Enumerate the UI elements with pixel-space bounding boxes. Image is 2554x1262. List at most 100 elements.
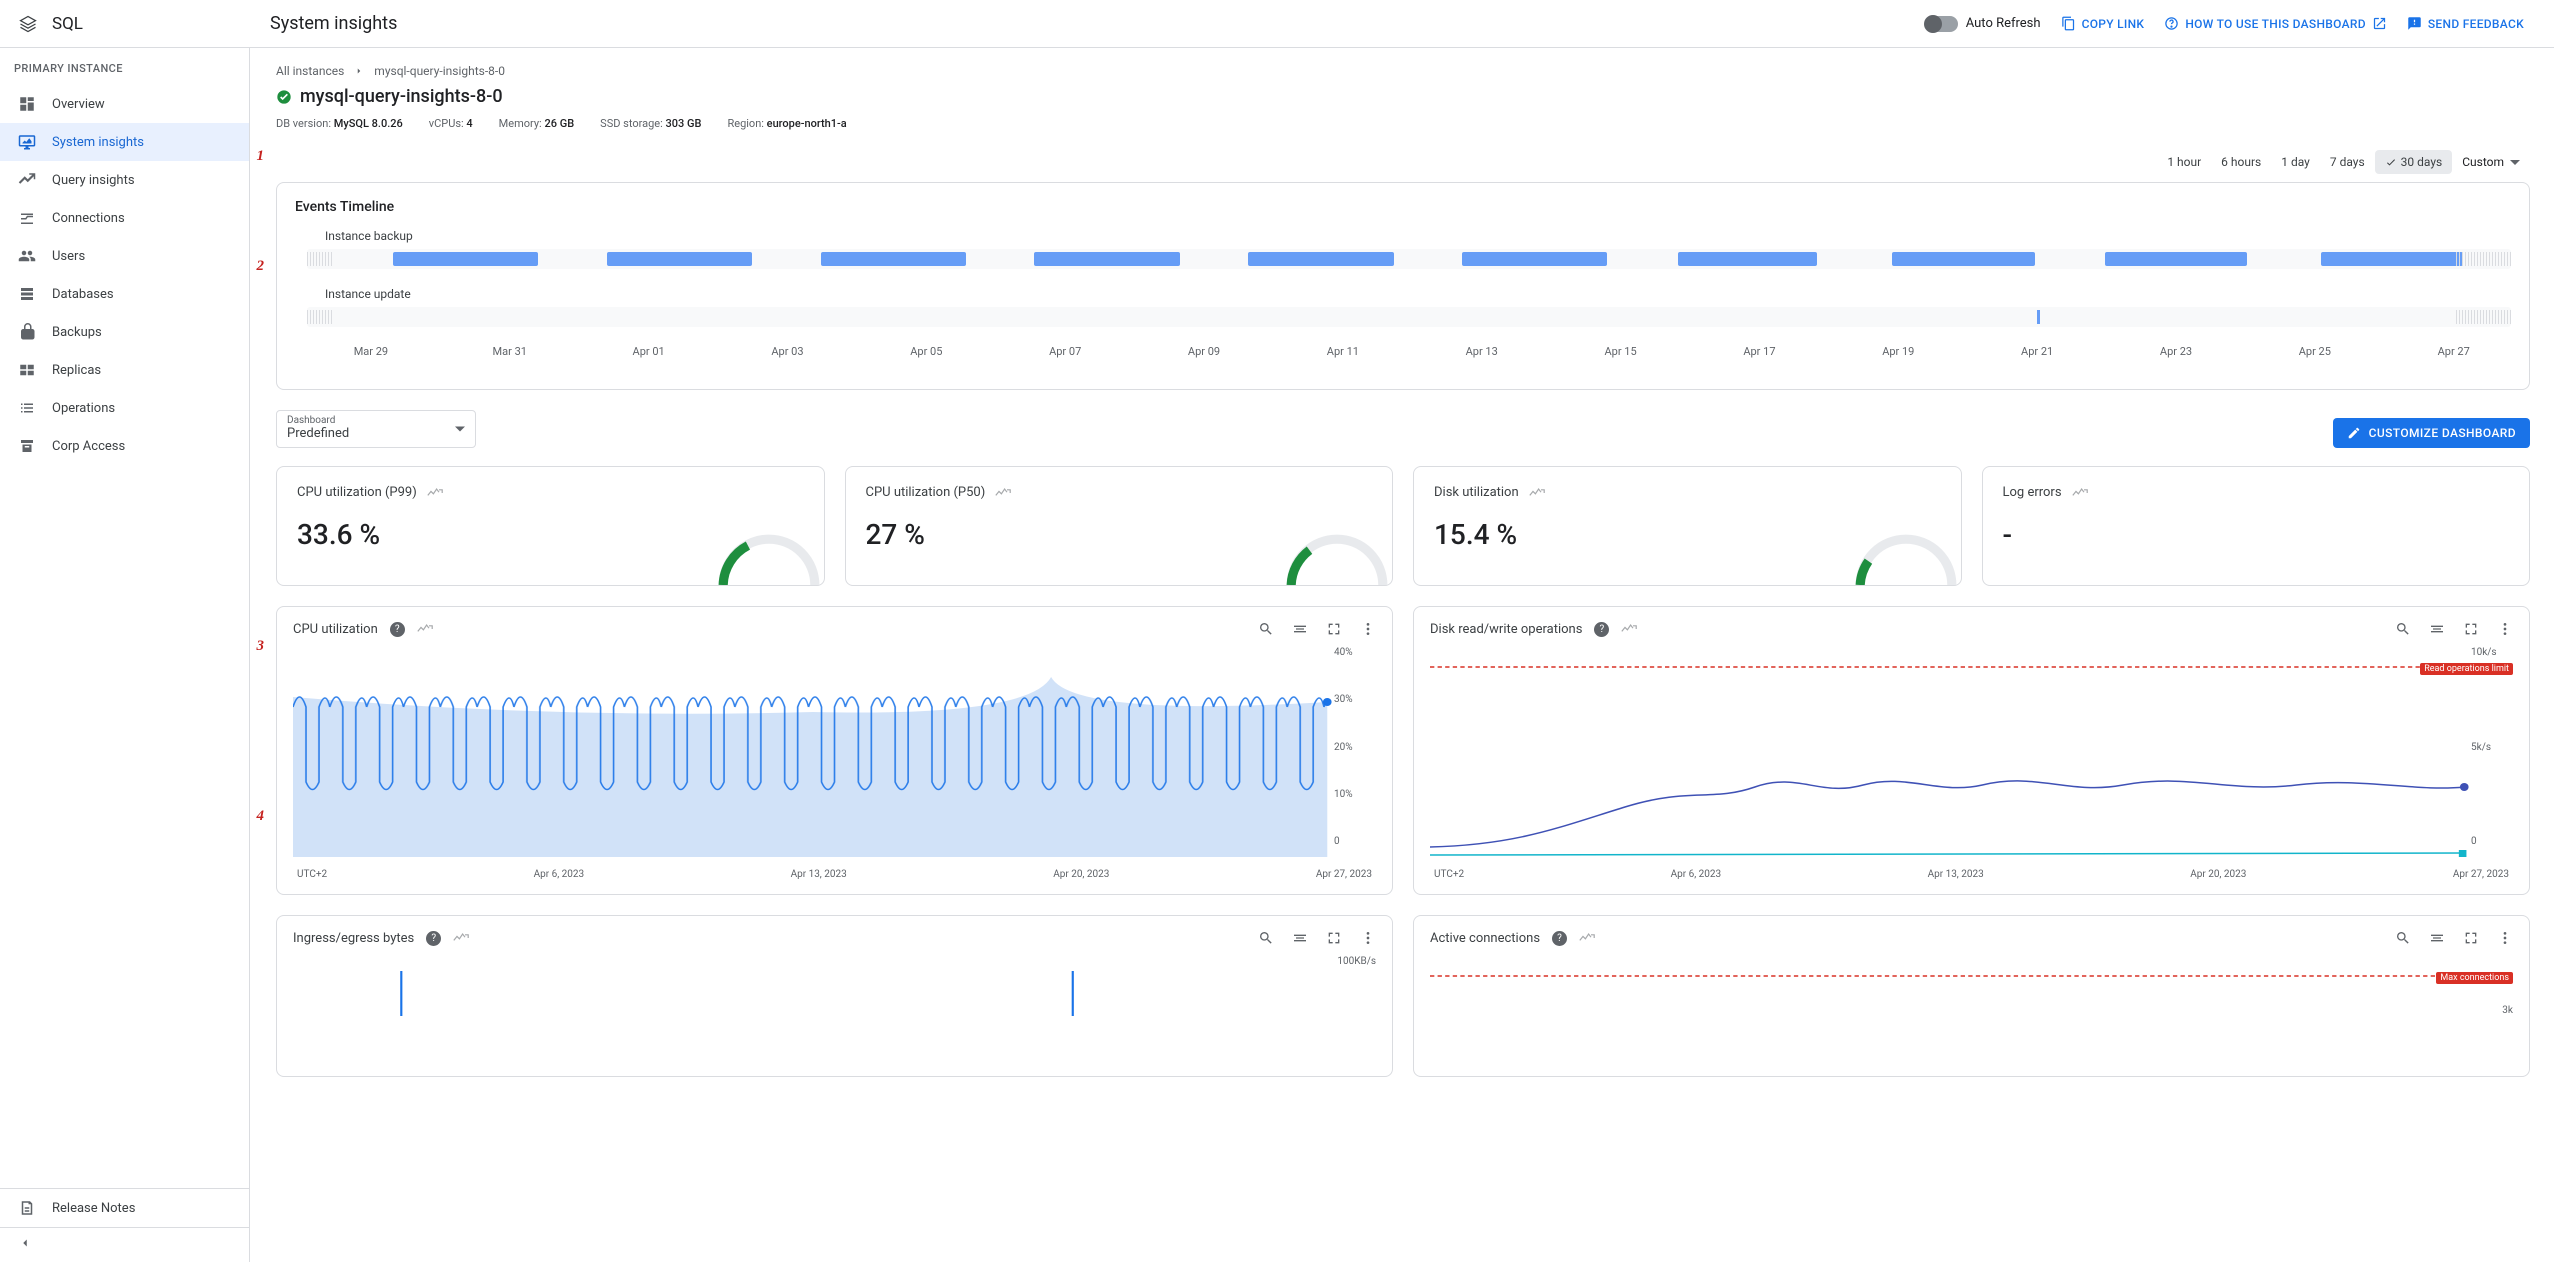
timeline-update-track[interactable] [307, 307, 2511, 327]
fullscreen-icon[interactable] [1326, 930, 1342, 946]
database-icon [18, 285, 36, 303]
customize-dashboard-button[interactable]: CUSTOMIZE DASHBOARD [2333, 418, 2530, 448]
breadcrumb-leaf: mysql-query-insights-8-0 [374, 64, 505, 78]
chart-disk-ops: Disk read/write operations ? [1413, 606, 2530, 895]
list-icon [18, 399, 36, 417]
sidebar-item-operations[interactable]: Operations [0, 389, 249, 427]
chart-disk-footer: UTC+2 Apr 6, 2023 Apr 13, 2023 Apr 20, 2… [1430, 869, 2513, 880]
sidebar-item-query-insights[interactable]: Query insights [0, 161, 249, 199]
notes-icon [18, 1199, 36, 1217]
chart-active-connections: Active connections ? [1413, 915, 2530, 1077]
how-to-use-button[interactable]: HOW TO USE THIS DASHBOARD [2164, 16, 2387, 31]
product-name: SQL [52, 14, 83, 34]
chevron-right-icon [354, 66, 364, 76]
max-conn-tag: Max connections [2436, 972, 2513, 984]
spark-icon[interactable] [1621, 623, 1637, 635]
top-header: SQL System insights Auto Refresh COPY LI… [0, 0, 2554, 48]
spark-icon[interactable] [453, 932, 469, 944]
corp-icon [18, 437, 36, 455]
more-vert-icon[interactable] [2497, 930, 2513, 946]
y-label: 3k [2502, 1005, 2513, 1016]
sidebar-item-backups[interactable]: Backups [0, 313, 249, 351]
chart-line-icon [18, 171, 36, 189]
callout-2: 2 [250, 258, 264, 278]
time-1hour[interactable]: 1 hour [2157, 150, 2211, 174]
status-running-icon [276, 89, 292, 105]
monitor-icon [18, 133, 36, 151]
toggle-off-icon [1926, 16, 1958, 32]
sidebar-item-release-notes[interactable]: Release Notes [0, 1189, 249, 1227]
chart-title: CPU utilization [293, 622, 378, 637]
time-1day[interactable]: 1 day [2271, 150, 2320, 174]
zoom-icon[interactable] [1258, 621, 1274, 637]
timeline-backup-track[interactable] [307, 249, 2511, 269]
sidebar-item-label: Operations [52, 401, 115, 416]
more-vert-icon[interactable] [2497, 621, 2513, 637]
axis-tick-label: Apr 27 [2438, 345, 2470, 358]
zoom-icon[interactable] [2395, 930, 2411, 946]
auto-refresh-toggle[interactable]: Auto Refresh [1926, 16, 2041, 32]
sidebar-item-label: Users [52, 249, 85, 264]
check-icon [2385, 156, 2397, 168]
time-custom[interactable]: Custom [2452, 150, 2530, 174]
timeline-axis: Mar 29Mar 31Apr 01Apr 03Apr 05Apr 07Apr … [307, 345, 2511, 373]
chart-title: Ingress/egress bytes [293, 931, 414, 946]
axis-tick-label: Apr 21 [2021, 345, 2053, 358]
help-icon[interactable]: ? [426, 931, 441, 946]
breadcrumb-root[interactable]: All instances [276, 64, 344, 78]
chart-ingress-egress: Ingress/egress bytes ? [276, 915, 1393, 1077]
chart-disk-body[interactable]: Read operations limit 10k/s 5k/s 0 [1430, 647, 2513, 867]
sidebar-item-system-insights[interactable]: System insights [0, 123, 249, 161]
chevron-down-icon [2510, 160, 2520, 165]
overview-icon [18, 95, 36, 113]
zoom-icon[interactable] [2395, 621, 2411, 637]
send-feedback-button[interactable]: SEND FEEDBACK [2407, 16, 2524, 31]
axis-tick-label: Apr 15 [1604, 345, 1636, 358]
help-icon[interactable]: ? [390, 622, 405, 637]
legend-icon[interactable] [2429, 621, 2445, 637]
help-icon[interactable]: ? [1552, 931, 1567, 946]
callout-1: 1 [250, 148, 264, 168]
copy-icon [2061, 16, 2076, 31]
sidebar-item-corp-access[interactable]: Corp Access [0, 427, 249, 465]
sidebar-item-connections[interactable]: Connections [0, 199, 249, 237]
help-circle-icon [2164, 16, 2179, 31]
zoom-icon[interactable] [1258, 930, 1274, 946]
spark-icon[interactable] [1579, 932, 1595, 944]
time-7days[interactable]: 7 days [2320, 150, 2375, 174]
fullscreen-icon[interactable] [2463, 621, 2479, 637]
spark-icon [995, 487, 1011, 499]
sidebar-item-label: Replicas [52, 363, 101, 378]
more-vert-icon[interactable] [1360, 930, 1376, 946]
replicas-icon [18, 361, 36, 379]
sidebar-collapse-button[interactable] [0, 1227, 249, 1262]
chart-cpu-body[interactable]: 40% 30% 20% 10% 0 [293, 647, 1376, 867]
chart-cpu-footer: UTC+2 Apr 6, 2023 Apr 13, 2023 Apr 20, 2… [293, 869, 1376, 880]
sidebar-item-databases[interactable]: Databases [0, 275, 249, 313]
fullscreen-icon[interactable] [2463, 930, 2479, 946]
spark-icon[interactable] [417, 623, 433, 635]
timeline-row-backup-label: Instance backup [325, 229, 2511, 243]
spark-icon [1529, 487, 1545, 499]
sidebar-item-overview[interactable]: Overview [0, 85, 249, 123]
kpi-row: CPU utilization (P99) 33.6 % CPU utiliza… [276, 466, 2530, 586]
chevron-down-icon [455, 427, 465, 432]
time-30days[interactable]: 30 days [2375, 150, 2453, 174]
dashboard-select[interactable]: Dashboard Predefined [276, 410, 476, 448]
auto-refresh-label: Auto Refresh [1966, 16, 2041, 31]
kpi-disk: Disk utilization 15.4 % [1413, 466, 1962, 586]
copy-link-button[interactable]: COPY LINK [2061, 16, 2145, 31]
fullscreen-icon[interactable] [1326, 621, 1342, 637]
help-icon[interactable]: ? [1594, 622, 1609, 637]
legend-icon[interactable] [1292, 621, 1308, 637]
legend-icon[interactable] [2429, 930, 2445, 946]
more-vert-icon[interactable] [1360, 621, 1376, 637]
sidebar-item-label: Query insights [52, 173, 135, 188]
legend-icon[interactable] [1292, 930, 1308, 946]
chart-cpu-utilization: CPU utilization ? [276, 606, 1393, 895]
y-axis: 10k/s 5k/s 0 [2471, 647, 2513, 847]
sidebar-item-replicas[interactable]: Replicas [0, 351, 249, 389]
time-6hours[interactable]: 6 hours [2211, 150, 2271, 174]
sidebar-item-users[interactable]: Users [0, 237, 249, 275]
axis-tick-label: Mar 31 [493, 345, 527, 358]
